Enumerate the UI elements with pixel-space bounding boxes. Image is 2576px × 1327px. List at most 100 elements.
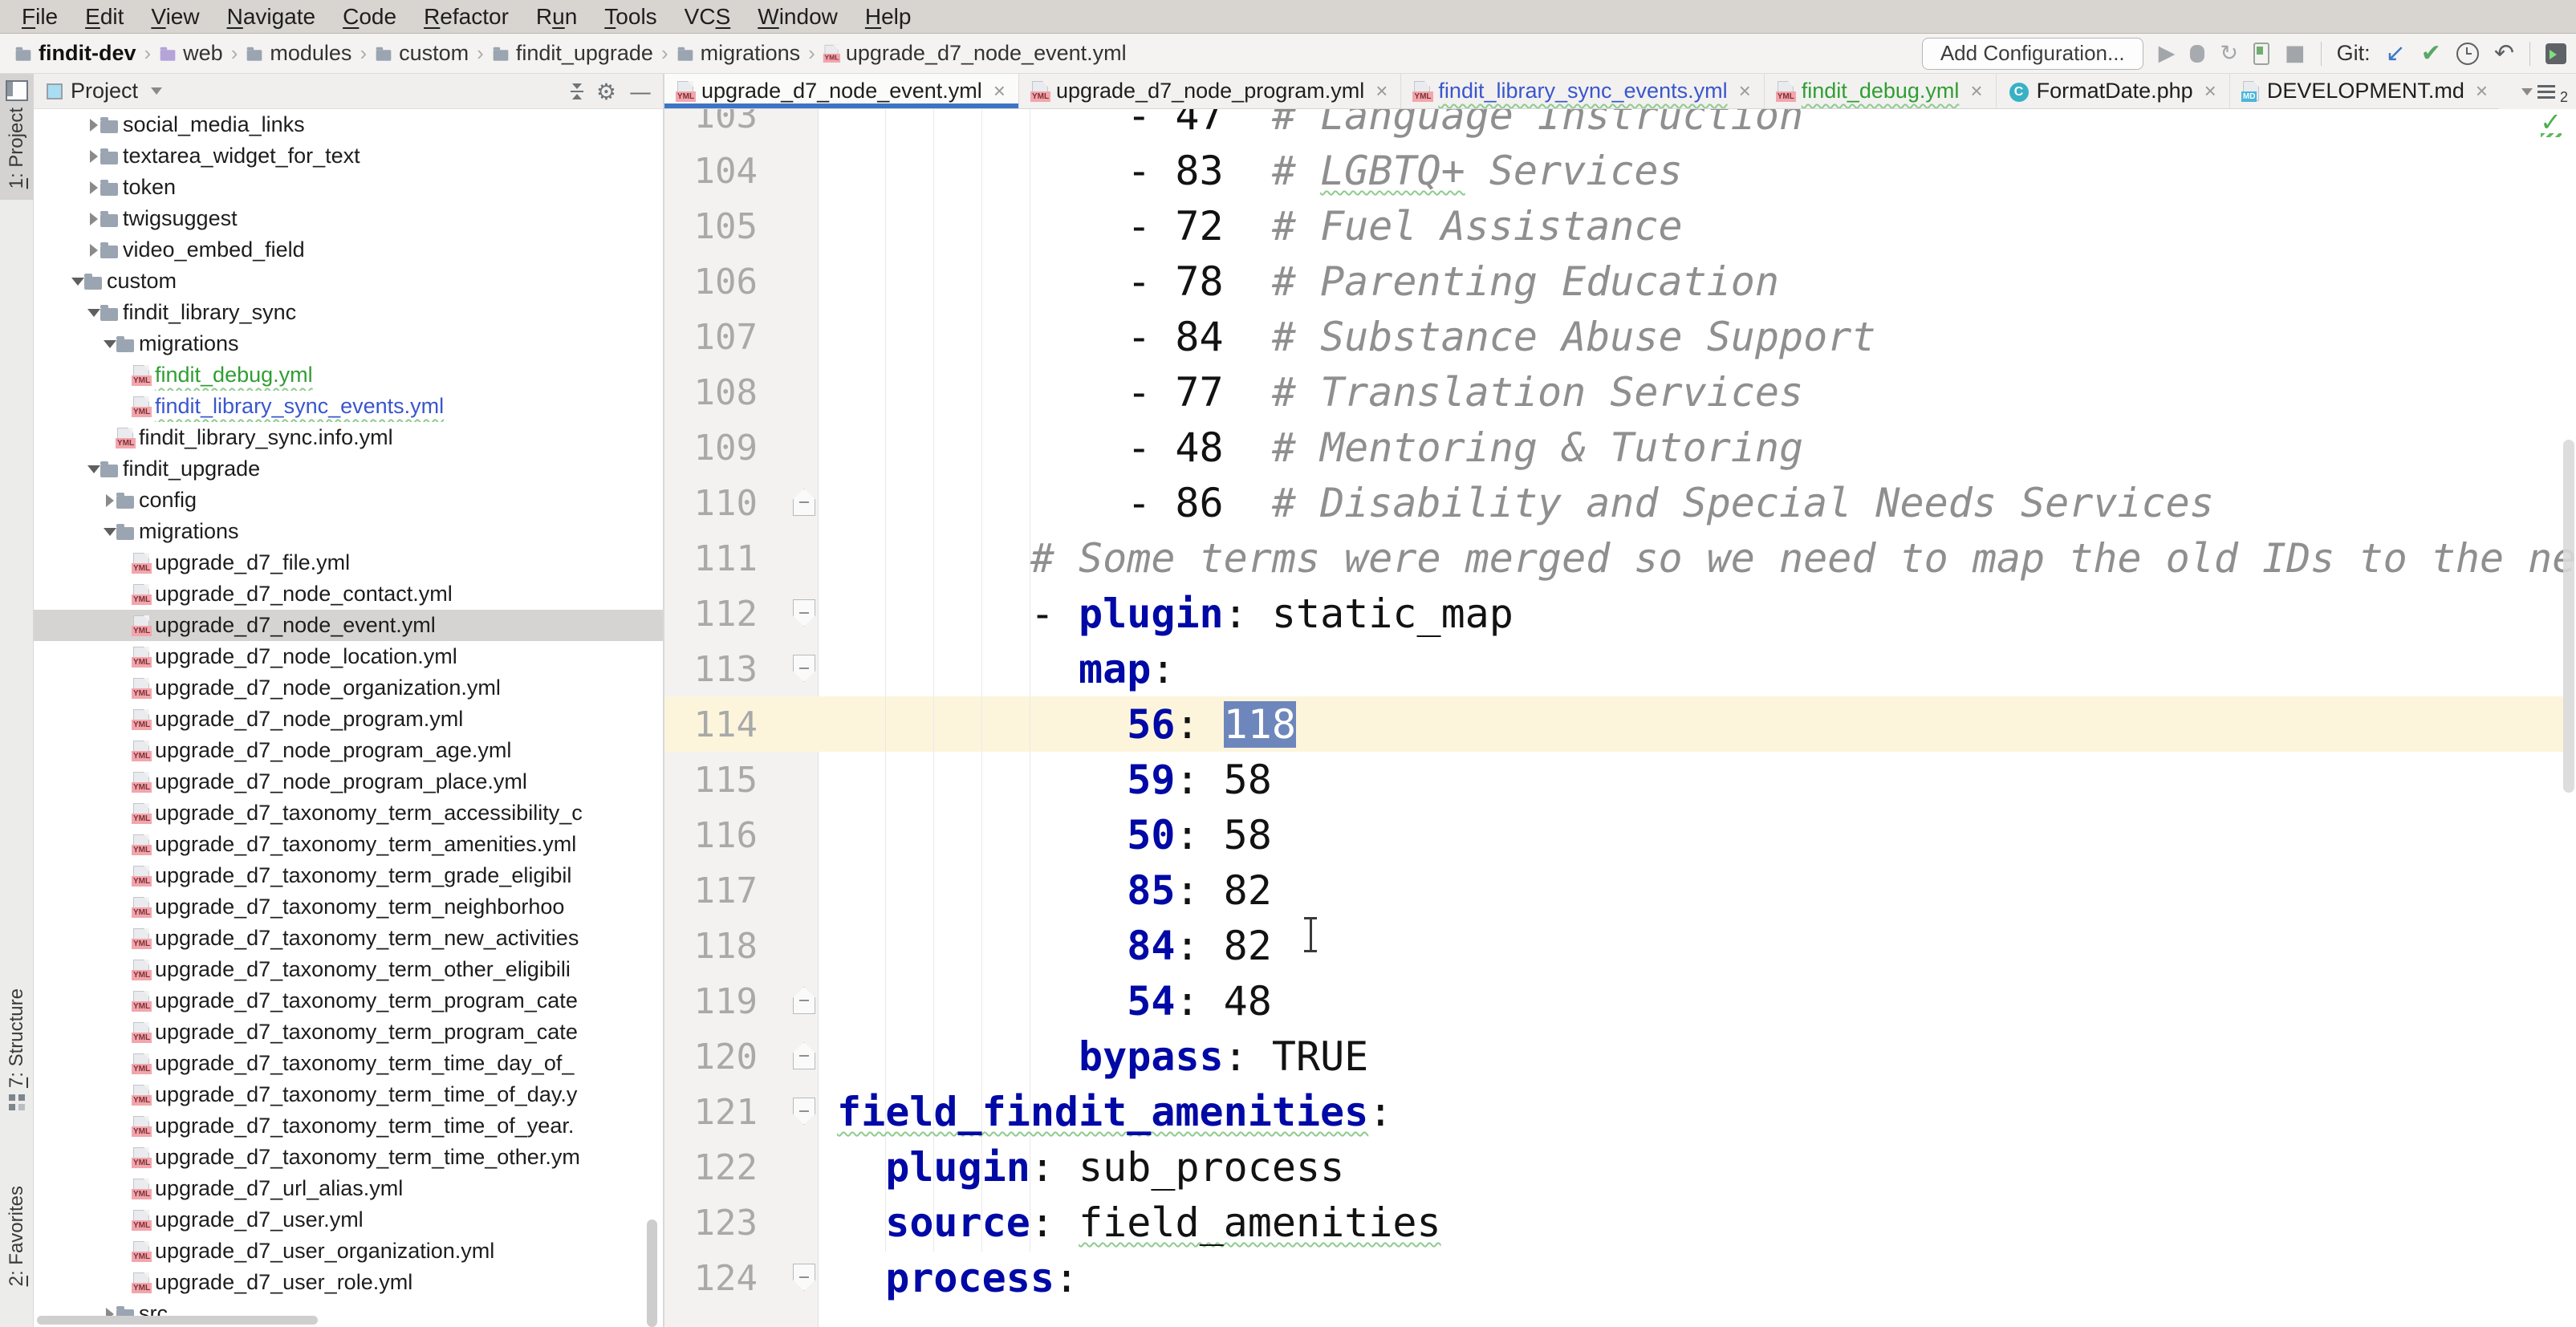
chevron-collapsed-icon[interactable] bbox=[88, 213, 100, 225]
code-line[interactable]: 120 bypass: TRUE bbox=[664, 1029, 2576, 1085]
run-icon[interactable]: ▶ bbox=[2159, 41, 2176, 66]
tree-item[interactable]: YMLupgrade_d7_node_event.yml bbox=[34, 610, 663, 641]
breadcrumb-item[interactable]: findit_upgrade bbox=[492, 41, 653, 66]
tree-item[interactable]: YMLupgrade_d7_taxonomy_term_amenities.ym… bbox=[34, 829, 663, 860]
code-line[interactable]: 114 56: 118 bbox=[664, 697, 2576, 753]
menu-item-code[interactable]: Code bbox=[329, 4, 410, 30]
editor-tab[interactable]: YMLfindit_library_sync_events.yml× bbox=[1401, 74, 1764, 108]
line-number[interactable]: 114 bbox=[664, 697, 758, 753]
tree-item[interactable]: YMLupgrade_d7_node_location.yml bbox=[34, 641, 663, 672]
line-number[interactable]: 122 bbox=[664, 1140, 758, 1195]
tree-item[interactable]: YMLupgrade_d7_user.yml bbox=[34, 1204, 663, 1236]
line-number[interactable]: 110 bbox=[664, 476, 758, 531]
git-commit-icon[interactable]: ✔ bbox=[2421, 39, 2441, 67]
line-number[interactable]: 124 bbox=[664, 1251, 758, 1306]
editor-scrollbar[interactable] bbox=[2563, 440, 2574, 793]
tree-item[interactable]: config bbox=[34, 485, 663, 516]
close-icon[interactable]: × bbox=[993, 79, 1006, 103]
line-number[interactable]: 107 bbox=[664, 310, 758, 365]
menu-item-window[interactable]: Window bbox=[744, 4, 851, 30]
stripe-item-project[interactable]: 1: Project bbox=[0, 74, 34, 200]
code-line[interactable]: 116 50: 58 bbox=[664, 808, 2576, 863]
breadcrumb-item[interactable]: web bbox=[159, 41, 223, 66]
code-line[interactable]: 111 # Some terms were merged so we need … bbox=[664, 531, 2576, 586]
chevron-expanded-icon[interactable] bbox=[104, 340, 116, 348]
breadcrumb-item[interactable]: modules bbox=[246, 41, 351, 66]
menu-item-file[interactable]: File bbox=[8, 4, 71, 30]
chevron-expanded-icon[interactable] bbox=[72, 278, 83, 286]
git-history-icon[interactable] bbox=[2456, 43, 2479, 65]
tree-item[interactable]: YMLupgrade_d7_taxonomy_term_time_of_year… bbox=[34, 1110, 663, 1142]
code-line[interactable]: 112 - plugin: static_map bbox=[664, 586, 2576, 642]
tree-item[interactable]: YMLupgrade_d7_taxonomy_term_time_day_of_ bbox=[34, 1048, 663, 1079]
tree-item[interactable]: YMLupgrade_d7_node_program.yml bbox=[34, 704, 663, 735]
tree-item[interactable]: YMLupgrade_d7_node_program_place.yml bbox=[34, 766, 663, 797]
chevron-collapsed-icon[interactable] bbox=[88, 150, 100, 163]
tree-item[interactable]: YMLupgrade_d7_taxonomy_term_new_activiti… bbox=[34, 923, 663, 954]
chevron-collapsed-icon[interactable] bbox=[104, 494, 116, 507]
tree-item[interactable]: YMLfindit_debug.yml bbox=[34, 359, 663, 391]
menu-item-navigate[interactable]: Navigate bbox=[213, 4, 330, 30]
editor-tab[interactable]: YMLupgrade_d7_node_event.yml× bbox=[664, 74, 1019, 108]
line-number[interactable]: 106 bbox=[664, 254, 758, 310]
code-line[interactable]: 113 map: bbox=[664, 642, 2576, 697]
line-number[interactable]: 121 bbox=[664, 1085, 758, 1140]
tree-item[interactable]: migrations bbox=[34, 328, 663, 359]
fold-marker-icon[interactable] bbox=[793, 599, 815, 627]
tree-item[interactable]: YMLupgrade_d7_taxonomy_term_neighborhoo bbox=[34, 891, 663, 923]
add-configuration-button[interactable]: Add Configuration... bbox=[1922, 38, 2143, 70]
editor-tab[interactable]: YMLupgrade_d7_node_program.yml× bbox=[1019, 74, 1401, 108]
tree-item[interactable]: findit_upgrade bbox=[34, 453, 663, 485]
code-line[interactable]: 118 84: 82 bbox=[664, 919, 2576, 974]
editor-tab[interactable]: CFormatDate.php× bbox=[1997, 74, 2230, 108]
menu-item-run[interactable]: Run bbox=[522, 4, 591, 30]
close-icon[interactable]: × bbox=[1739, 79, 1751, 103]
tree-item[interactable]: custom bbox=[34, 266, 663, 297]
tree-item[interactable]: YMLupgrade_d7_user_organization.yml bbox=[34, 1236, 663, 1267]
line-number[interactable]: 109 bbox=[664, 420, 758, 476]
code-line[interactable]: 109 - 48 # Mentoring & Tutoring bbox=[664, 420, 2576, 476]
tree-item[interactable]: video_embed_field bbox=[34, 234, 663, 266]
fold-marker-icon[interactable] bbox=[793, 987, 815, 1014]
code-line[interactable]: 119 54: 48 bbox=[664, 974, 2576, 1029]
line-number[interactable]: 118 bbox=[664, 919, 758, 974]
chevron-expanded-icon[interactable] bbox=[88, 465, 100, 473]
chevron-expanded-icon[interactable] bbox=[104, 528, 116, 536]
fold-marker-icon[interactable] bbox=[793, 489, 815, 516]
code-line[interactable]: 106 - 78 # Parenting Education bbox=[664, 254, 2576, 310]
git-update-icon[interactable]: ↙ bbox=[2386, 39, 2406, 67]
chevron-expanded-icon[interactable] bbox=[88, 309, 100, 317]
hide-panel-icon[interactable]: — bbox=[629, 79, 652, 105]
line-number[interactable]: 123 bbox=[664, 1195, 758, 1251]
close-icon[interactable]: × bbox=[1375, 79, 1388, 103]
tree-item[interactable]: YMLupgrade_d7_file.yml bbox=[34, 547, 663, 578]
fold-marker-icon[interactable] bbox=[793, 1264, 815, 1291]
tree-item[interactable]: YMLupgrade_d7_node_program_age.yml bbox=[34, 735, 663, 766]
editor[interactable]: 103 - 47 # Language Instruction104 - 83 … bbox=[664, 109, 2576, 1327]
close-icon[interactable]: × bbox=[2204, 79, 2216, 103]
breadcrumb-item[interactable]: custom bbox=[375, 41, 469, 66]
menu-item-edit[interactable]: Edit bbox=[71, 4, 137, 30]
tree-item[interactable]: migrations bbox=[34, 516, 663, 547]
menu-item-vcs[interactable]: VCS bbox=[671, 4, 745, 30]
tree-item[interactable]: textarea_widget_for_text bbox=[34, 140, 663, 172]
code-line[interactable]: 115 59: 58 bbox=[664, 753, 2576, 808]
tree-vertical-scrollbar[interactable] bbox=[647, 1219, 657, 1327]
terminal-icon[interactable] bbox=[2546, 43, 2566, 64]
tree-item[interactable]: token bbox=[34, 172, 663, 203]
code-line[interactable]: 123 source: field_amenities bbox=[664, 1195, 2576, 1251]
editor-tab[interactable]: YMLfindit_debug.yml× bbox=[1765, 74, 1997, 108]
tree-item[interactable]: YMLupgrade_d7_taxonomy_term_program_cate bbox=[34, 1017, 663, 1048]
line-number[interactable]: 111 bbox=[664, 531, 758, 586]
attach-debugger-icon[interactable] bbox=[2253, 43, 2269, 65]
code-line[interactable]: 108 - 77 # Translation Services bbox=[664, 365, 2576, 420]
fold-marker-icon[interactable] bbox=[793, 1042, 815, 1069]
line-number[interactable]: 103 bbox=[664, 109, 758, 144]
collapse-all-icon[interactable] bbox=[571, 83, 583, 100]
menu-item-view[interactable]: View bbox=[137, 4, 213, 30]
tree-item[interactable]: YMLupgrade_d7_node_organization.yml bbox=[34, 672, 663, 704]
tree-item[interactable]: YMLupgrade_d7_taxonomy_term_time_other.y… bbox=[34, 1142, 663, 1173]
stripe-item-structure[interactable]: 7: Structure bbox=[0, 988, 34, 1110]
chevron-collapsed-icon[interactable] bbox=[88, 119, 100, 132]
tree-item[interactable]: YMLupgrade_d7_url_alias.yml bbox=[34, 1173, 663, 1204]
